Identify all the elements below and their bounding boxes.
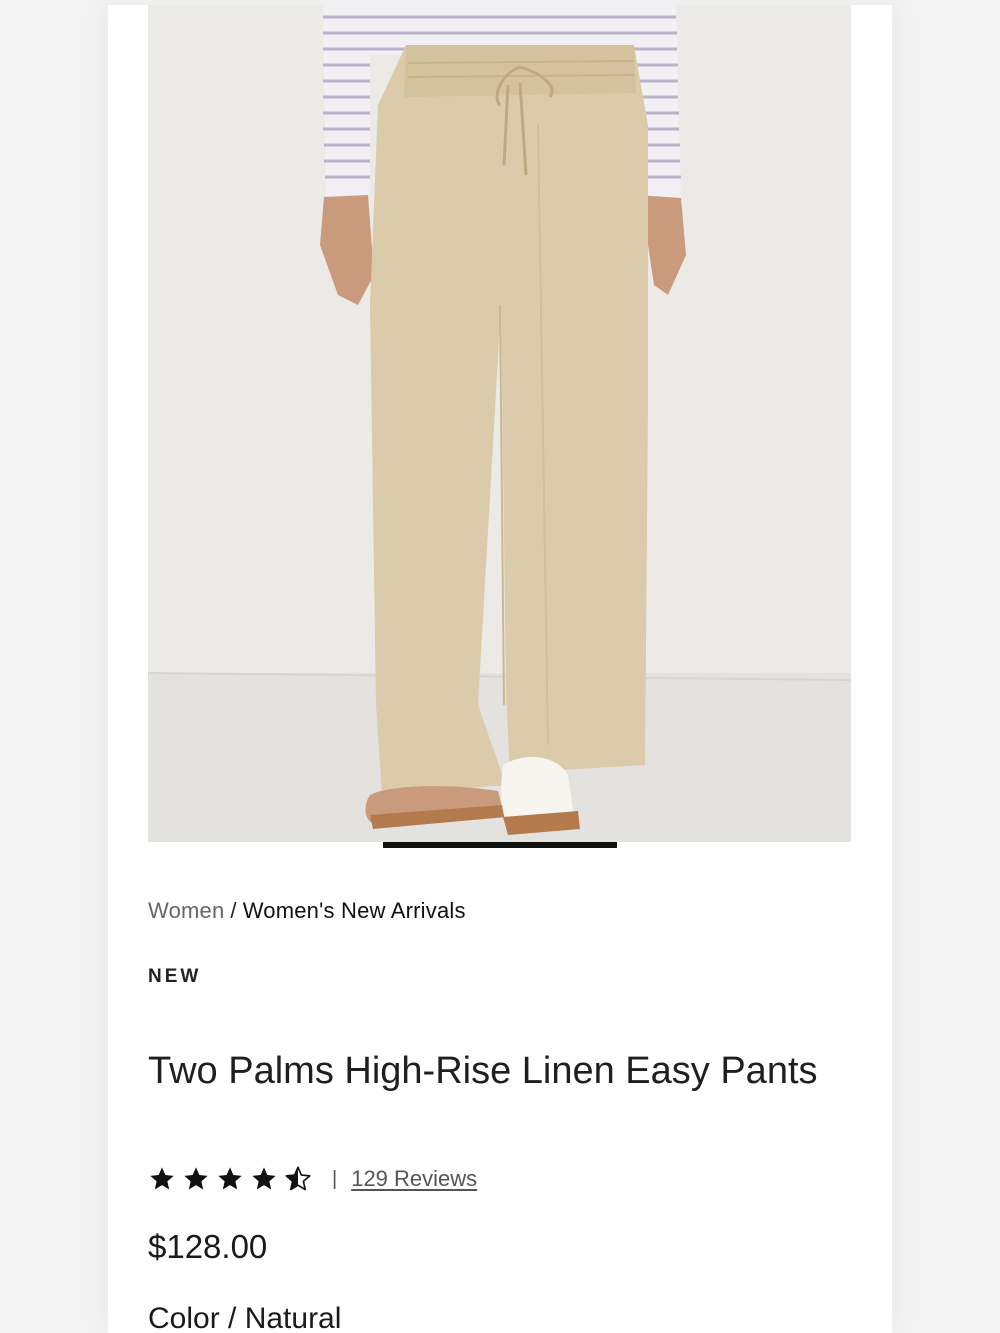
rating-divider: | xyxy=(332,1167,338,1190)
breadcrumb-link-new-arrivals[interactable]: Women's New Arrivals xyxy=(243,898,466,923)
product-price: $128.00 xyxy=(148,1228,268,1265)
rating-stars xyxy=(148,1165,312,1193)
product-image-gallery[interactable] xyxy=(148,5,851,842)
star-filled-icon xyxy=(184,1167,208,1190)
gallery-progress-indicator xyxy=(383,842,617,848)
breadcrumb-link-women[interactable]: Women xyxy=(148,898,224,923)
star-filled-icon xyxy=(252,1167,276,1190)
star-filled-icon xyxy=(150,1167,174,1190)
reviews-link[interactable]: 129 Reviews xyxy=(351,1166,477,1192)
product-rating: | 129 Reviews xyxy=(148,1162,477,1196)
star-filled-icon xyxy=(218,1167,242,1190)
star-half-icon xyxy=(285,1166,311,1191)
color-label: Color / Natural xyxy=(148,1302,342,1333)
product-page: Women / Women's New Arrivals NEW Two Palms… xyxy=(108,0,892,1333)
breadcrumb-separator: / xyxy=(230,898,237,923)
product-image xyxy=(148,5,851,842)
new-badge: NEW xyxy=(148,966,202,987)
product-title: Two Palms High-Rise Linen Easy Pants xyxy=(148,1050,818,1092)
breadcrumb: Women / Women's New Arrivals xyxy=(148,898,466,924)
